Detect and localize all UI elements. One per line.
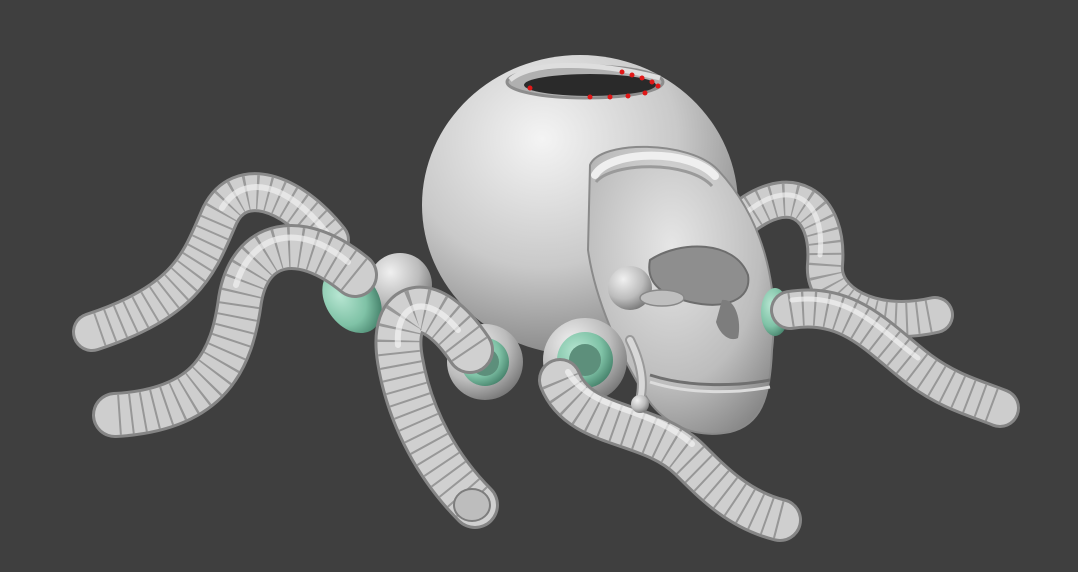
skull-face [586, 145, 775, 435]
model-render[interactable] [0, 0, 1078, 572]
tentacle-front-left [374, 285, 499, 529]
3d-viewport[interactable] [0, 0, 1078, 572]
